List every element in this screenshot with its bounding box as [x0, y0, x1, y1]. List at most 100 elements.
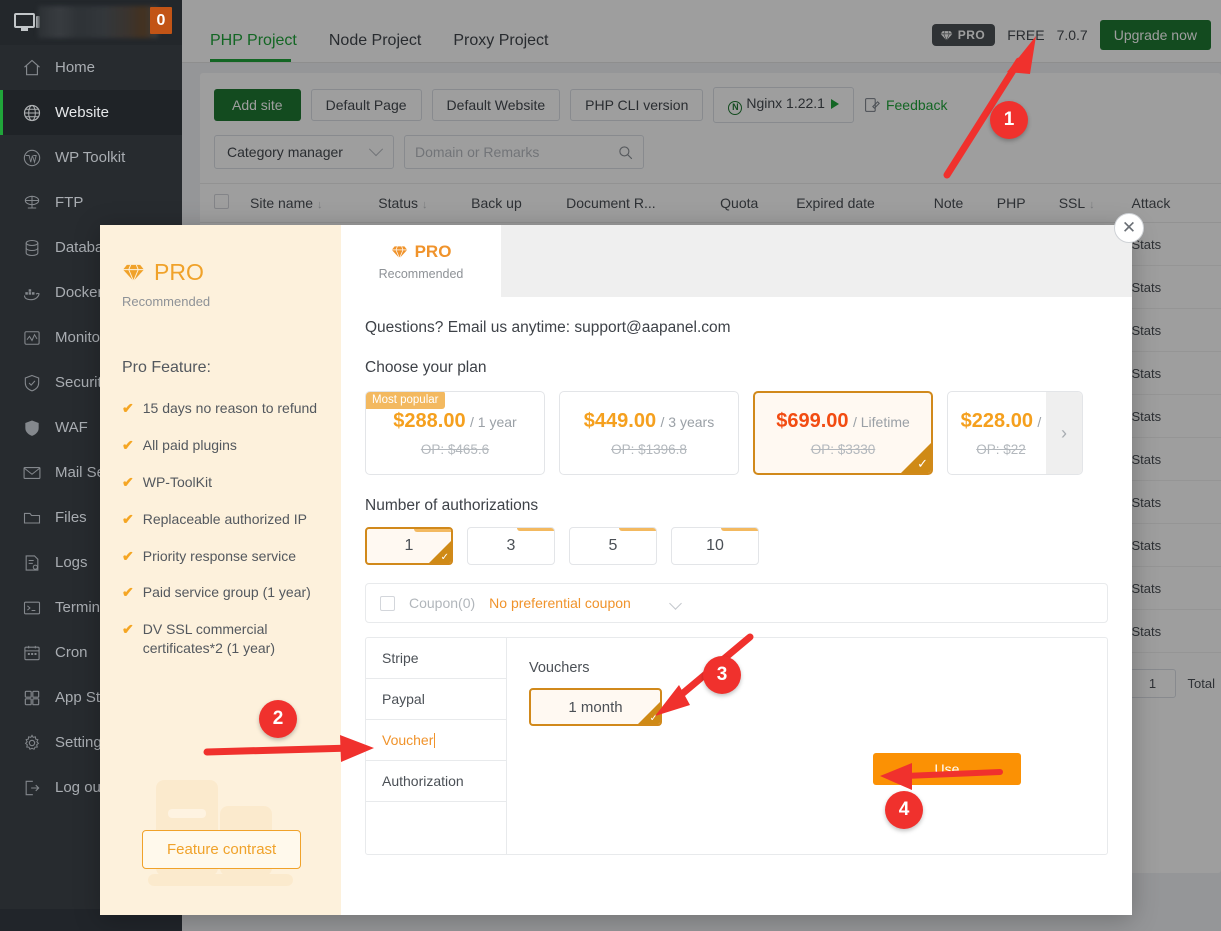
select-all-checkbox[interactable]: [214, 194, 229, 209]
row-stats-link[interactable]: Stats: [1125, 265, 1203, 309]
th-status[interactable]: Status ↓: [372, 183, 466, 223]
php-cli-version-button[interactable]: PHP CLI version: [570, 89, 704, 121]
use-button[interactable]: Use: [873, 753, 1021, 785]
voucher-label: 1 month: [568, 698, 623, 716]
sidebar-item-website[interactable]: Website: [0, 90, 182, 135]
sidebar-item-home[interactable]: Home: [0, 45, 182, 90]
auth-option-3[interactable]: 86% off 3: [467, 527, 555, 565]
coupon-row[interactable]: Coupon(0) No preferential coupon: [365, 583, 1108, 623]
sidebar-item-wp-toolkit[interactable]: WP Toolkit: [0, 135, 182, 180]
pay-method-paypal[interactable]: Paypal: [366, 679, 506, 720]
table-header-row: Site name ↓ Status ↓ Back up Document R...…: [200, 183, 1221, 223]
annotation-marker-2: 2: [259, 700, 297, 738]
pay-method-authorization[interactable]: Authorization: [366, 761, 506, 802]
site-search-box[interactable]: [403, 135, 644, 169]
row-stats-link[interactable]: Stats: [1125, 523, 1203, 567]
feature-contrast-button[interactable]: Feature contrast: [142, 830, 302, 869]
row-stats-link[interactable]: Stats: [1125, 480, 1203, 524]
th-site-name[interactable]: Site name ↓: [244, 183, 373, 223]
coupon-checkbox[interactable]: [380, 595, 395, 611]
vouchers-heading: Vouchers: [529, 660, 590, 676]
page-number-input[interactable]: 1: [1129, 669, 1176, 698]
plan-option-3-years[interactable]: $449.00 / 3 years OP: $1396.8: [559, 391, 739, 475]
diamond-icon: [391, 245, 407, 259]
default-website-button[interactable]: Default Website: [431, 89, 561, 121]
nginx-status-button[interactable]: N Nginx 1.22.1: [713, 87, 854, 123]
globe-icon: [22, 103, 42, 123]
plan-period: /: [1037, 413, 1042, 430]
pay-method-voucher[interactable]: Voucher: [366, 720, 506, 761]
feature-label: All paid plugins: [142, 436, 237, 453]
nginx-label: Nginx 1.22.1: [746, 95, 825, 111]
row-stats-link[interactable]: Stats: [1125, 566, 1203, 610]
pay-method-label: Voucher: [382, 732, 434, 748]
search-input[interactable]: [414, 144, 605, 160]
chevron-down-icon[interactable]: [668, 596, 682, 610]
row-stats-link[interactable]: Stats: [1125, 609, 1203, 653]
category-manager-select[interactable]: Category manager: [214, 135, 394, 169]
folder-icon: [22, 508, 42, 528]
th-php: PHP: [990, 183, 1053, 223]
plan-option-1-year[interactable]: Most popular $288.00 / 1 year OP: $465.6: [365, 391, 545, 475]
feature-label: 15 days no reason to refund: [142, 400, 318, 416]
sidebar-item-label: WAF: [55, 419, 88, 436]
row-stats-link[interactable]: Stats: [1125, 394, 1203, 438]
discount-tag: 87% off: [618, 528, 656, 531]
row-stats-link[interactable]: Stats: [1125, 437, 1203, 481]
plan-original-price: OP: $22: [976, 441, 1026, 457]
plan-price: $699.00: [776, 409, 849, 432]
plan-option-partial[interactable]: $228.00 / OP: $22 ›: [947, 391, 1083, 475]
tab-label: Proxy Project: [453, 32, 549, 49]
pay-method-empty-row: [366, 802, 506, 843]
th-backup: Back up: [465, 183, 561, 223]
pro-purchase-modal: ✕ PRO Recommended Pro Feature: ✔ 15 days …: [100, 213, 1144, 915]
add-site-button[interactable]: Add site: [214, 89, 301, 121]
feature-label: DV SSL commercial certificates*2 (1 year…: [142, 621, 276, 657]
close-icon[interactable]: ✕: [1114, 213, 1144, 243]
play-icon: [830, 99, 839, 109]
pro-badge-label: PRO: [957, 28, 986, 42]
annotation-marker-3: 3: [703, 656, 741, 694]
feature-label: WP-ToolKit: [142, 473, 212, 490]
sites-toolbar: Add site Default Page Default Website PH…: [200, 73, 1221, 123]
th-label: Note: [933, 195, 964, 211]
tab-pro[interactable]: PRO Recommended: [341, 225, 501, 297]
pay-method-stripe[interactable]: Stripe: [366, 638, 506, 679]
plan-original-price: OP: $465.6: [420, 441, 490, 457]
tab-proxy-project[interactable]: Proxy Project: [443, 32, 570, 62]
chevron-right-icon[interactable]: ›: [1046, 392, 1082, 474]
sidebar-item-ftp[interactable]: FTP: [0, 180, 182, 225]
shield-check-icon: [22, 373, 42, 393]
logs-icon: [22, 553, 42, 573]
row-stats-link[interactable]: Stats: [1125, 351, 1203, 395]
default-page-button[interactable]: Default Page: [310, 89, 422, 121]
auth-count: 5: [608, 537, 618, 554]
authorizations-heading: Number of authorizations: [365, 497, 539, 514]
home-icon: [22, 58, 42, 78]
pay-method-label: Stripe: [382, 650, 419, 666]
feedback-link[interactable]: Feedback: [864, 97, 947, 113]
check-icon: ✔: [122, 473, 134, 490]
feature-item: ✔ Paid service group (1 year): [122, 583, 319, 602]
check-icon: ✔: [122, 547, 134, 564]
feedback-label: Feedback: [885, 97, 948, 113]
row-stats-link[interactable]: Stats: [1125, 308, 1203, 352]
plan-price: $288.00: [393, 409, 466, 432]
th-label: Back up: [471, 195, 522, 211]
voucher-option-1-month[interactable]: 1 month ✓: [529, 688, 662, 726]
auth-option-5[interactable]: 87% off 5: [569, 527, 657, 565]
tab-php-project[interactable]: PHP Project: [200, 32, 319, 62]
sort-arrow-icon: ↓: [317, 199, 323, 211]
auth-option-10[interactable]: 88% off 10: [671, 527, 759, 565]
upgrade-now-button[interactable]: Upgrade now: [1099, 20, 1211, 50]
coupon-value: No preferential coupon: [489, 595, 631, 611]
feature-item: ✔ DV SSL commercial certificates*2 (1 yea…: [122, 620, 319, 658]
notification-badge[interactable]: 0: [150, 7, 172, 34]
check-icon: ✓: [649, 713, 658, 724]
plan-option-lifetime[interactable]: $699.00 / Lifetime OP: $3330 ✓: [753, 391, 933, 475]
pro-badge-button[interactable]: PRO: [931, 24, 996, 46]
tab-node-project[interactable]: Node Project: [319, 32, 444, 62]
auth-option-1[interactable]: 79% off 1 ✓: [365, 527, 453, 565]
sidebar-item-label: Website: [55, 104, 109, 121]
th-ssl[interactable]: SSL ↓: [1052, 183, 1126, 223]
